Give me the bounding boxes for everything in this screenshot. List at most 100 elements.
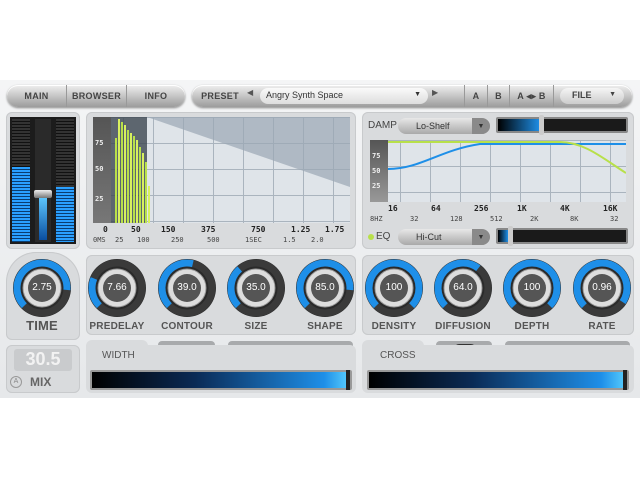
decay-bar (139, 146, 141, 223)
knob-value: 85.0 (315, 282, 335, 293)
preset-label: PRESET (201, 91, 239, 101)
x-tick-sub: 2.0 (311, 236, 324, 244)
output-meter-panel (6, 112, 80, 249)
cross-label: CROSS (362, 340, 424, 364)
knob-density[interactable]: 100 DENSITY (359, 258, 429, 336)
x-tick: 375 (201, 225, 216, 234)
eq-panel: DAMP Lo-Shelf ▼ 75 50 25 16 64 256 1K 4K 16K 8H… (362, 112, 634, 249)
decay-bar (130, 132, 132, 223)
y-tick: 75 (372, 152, 381, 160)
x-tick-sub: 250 (171, 236, 184, 244)
cross-slider[interactable] (367, 370, 629, 390)
tab-info[interactable]: INFO (127, 85, 185, 107)
eq-x-tick: 64 (431, 204, 441, 213)
y-tick: 75 (95, 139, 104, 147)
tab-browser[interactable]: BROWSER (67, 85, 127, 107)
eq-x-tick: 16 (388, 204, 398, 213)
preset-name-dropdown[interactable]: Angry Synth Space ▼ (260, 88, 428, 104)
eq-x-tick-sub: 2K (530, 215, 539, 223)
output-fader-handle[interactable] (34, 190, 52, 198)
decay-bar (118, 119, 120, 223)
width-label: WIDTH (86, 340, 148, 364)
nav-tabs: MAIN BROWSER INFO (7, 85, 185, 107)
x-tick: 50 (131, 225, 141, 234)
damp-slider[interactable] (496, 115, 628, 135)
eq-x-tick: 4K (560, 204, 570, 213)
decay-bar (121, 122, 123, 223)
decay-bar (148, 185, 150, 223)
cross-slider-handle[interactable] (623, 370, 627, 390)
decay-bar (115, 138, 117, 223)
eq-enable-led[interactable] (368, 234, 374, 240)
knob-diffusion[interactable]: 64.0 DIFFUSION (428, 258, 498, 336)
damp-slider-handle[interactable] (538, 115, 544, 135)
mix-label: MIX (30, 375, 52, 389)
preset-b-button[interactable]: B (488, 85, 510, 107)
chevron-down-icon: ▼ (472, 118, 490, 134)
preset-a-button[interactable]: A (464, 85, 488, 107)
prev-preset-icon[interactable]: ◀ (247, 88, 257, 104)
knob-predelay[interactable]: 7.66 PREDELAY (82, 258, 152, 336)
x-tick-sub: 0MS (93, 236, 106, 244)
x-tick-sub: 500 (207, 236, 220, 244)
y-tick: 50 (372, 167, 381, 175)
mix-value[interactable]: 30.5 (14, 349, 72, 371)
file-menu[interactable]: FILE ▼ (560, 88, 624, 104)
x-tick: 0 (103, 225, 108, 234)
eq-slider-handle[interactable] (507, 226, 513, 246)
eq-x-tick: 16K (603, 204, 618, 213)
damp-label: DAMP (368, 120, 397, 131)
knob-size[interactable]: 35.0 SIZE (221, 258, 291, 336)
decay-bar (124, 125, 126, 223)
eq-x-tick-sub: 32 (610, 215, 619, 223)
chevron-down-icon: ▼ (609, 91, 616, 98)
knob-value: 0.96 (592, 282, 612, 293)
knob-shape[interactable]: 85.0 SHAPE (290, 258, 360, 336)
x-tick: 750 (251, 225, 266, 234)
decay-panel: 75 50 25 0 50 150 375 750 1.25 1.75 0MS 25 100 250… (86, 112, 356, 249)
knob-time[interactable]: 2.75 TIME (7, 258, 77, 336)
y-tick: 50 (95, 165, 104, 173)
eq-x-tick: 256 (474, 204, 489, 213)
y-tick: 25 (372, 182, 381, 190)
knob-label: PREDELAY (89, 321, 145, 332)
x-tick: 150 (161, 225, 176, 234)
x-tick: 1.75 (325, 225, 345, 234)
decay-bar (133, 136, 135, 223)
a-to-b-button[interactable]: A ◂▸ B (510, 85, 554, 107)
knob-contour[interactable]: 39.0 CONTOUR (152, 258, 222, 336)
knob-label: SIZE (244, 321, 268, 332)
eq-x-tick-sub: 512 (490, 215, 503, 223)
knob-label: CONTOUR (161, 321, 213, 332)
eq-x-tick-sub: 8K (570, 215, 579, 223)
chevron-down-icon: ▼ (414, 91, 421, 98)
width-slider-handle[interactable] (346, 370, 350, 390)
eq-graph: 75 50 25 (370, 140, 626, 202)
decay-graph: 75 50 25 (93, 117, 350, 223)
left-meter-level (12, 167, 30, 242)
eq-label: EQ (376, 231, 391, 242)
next-preset-icon[interactable]: ▶ (432, 88, 438, 97)
knob-depth[interactable]: 100 DEPTH (497, 258, 567, 336)
knob-value: 39.0 (177, 282, 197, 293)
mix-box[interactable]: 30.5 A MIX (6, 345, 80, 393)
width-slider[interactable] (90, 370, 352, 390)
level-meter (10, 117, 76, 244)
knob-label: DENSITY (371, 321, 417, 332)
eq-filter-dropdown[interactable]: Hi-Cut ▼ (398, 229, 490, 245)
knob-value: 35.0 (246, 282, 266, 293)
decay-bar (127, 129, 129, 223)
damp-filter-dropdown[interactable]: Lo-Shelf ▼ (398, 118, 490, 134)
tab-main[interactable]: MAIN (7, 85, 67, 107)
x-tick-sub: 1.5 (283, 236, 296, 244)
knob-value: 2.75 (32, 282, 52, 293)
lock-icon[interactable]: A (10, 376, 22, 388)
chevron-down-icon: ▼ (472, 229, 490, 245)
knob-rate[interactable]: 0.96 RATE (567, 258, 637, 336)
eq-slider[interactable] (496, 226, 628, 246)
x-tick-sub: 25 (115, 236, 124, 244)
knob-label: TIME (26, 318, 58, 333)
eq-filter-value: Hi-Cut (416, 232, 442, 242)
preset-name: Angry Synth Space (266, 90, 344, 100)
x-tick: 1.25 (291, 225, 311, 234)
